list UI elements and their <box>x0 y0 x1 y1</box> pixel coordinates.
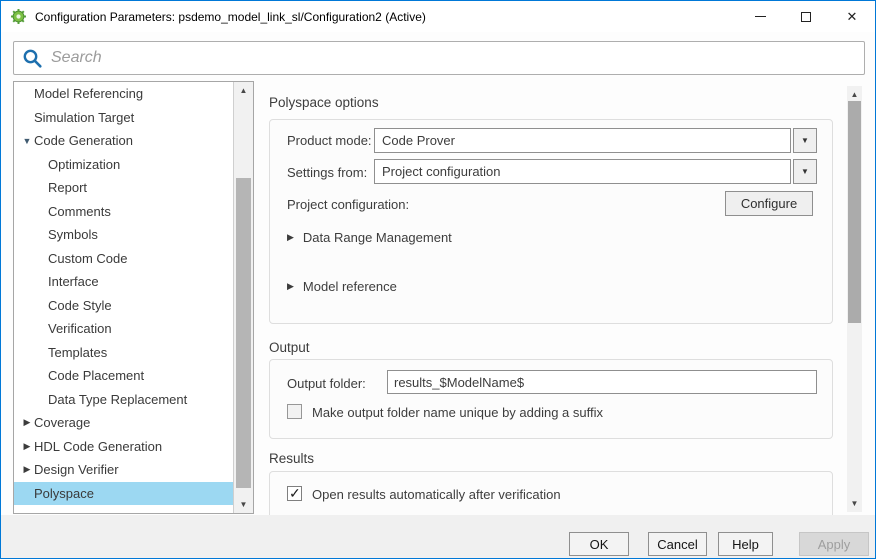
settings-from-value: Project configuration <box>374 159 791 184</box>
tree-item-label: Interface <box>48 274 99 289</box>
tree-item-label: Code Style <box>48 298 112 313</box>
simulink-gear-icon <box>10 8 27 25</box>
collapse-icon[interactable]: ▼ <box>20 136 34 146</box>
category-tree-panel: Model Referencing Simulation Target ▼Cod… <box>13 81 254 514</box>
settings-pane: Polyspace options Product mode: Code Pro… <box>263 81 839 516</box>
window-title: Configuration Parameters: psdemo_model_l… <box>35 10 426 24</box>
tree-item-polyspace[interactable]: Polyspace <box>14 482 233 506</box>
tree-item-label: Verification <box>48 321 112 336</box>
scroll-down-icon[interactable]: ▼ <box>847 496 862 511</box>
configure-button[interactable]: Configure <box>725 191 813 216</box>
tree-item-label: HDL Code Generation <box>34 439 162 454</box>
model-reference-section[interactable]: ▶ Model reference <box>287 279 397 294</box>
tree-item-label: Simulation Target <box>34 110 134 125</box>
output-folder-label: Output folder: <box>287 376 366 391</box>
tree-scrollbar[interactable]: ▲ ▼ <box>233 82 253 513</box>
help-button[interactable]: Help <box>718 532 773 556</box>
tree-item-label: Comments <box>48 204 111 219</box>
tree-item-data-type-replacement[interactable]: Data Type Replacement <box>14 388 233 412</box>
title-bar: Configuration Parameters: psdemo_model_l… <box>1 1 875 32</box>
tree-item-label: Symbols <box>48 227 98 242</box>
unique-suffix-label: Make output folder name unique by adding… <box>312 405 603 420</box>
search-bar <box>13 41 865 75</box>
tree-item-label: Code Generation <box>34 133 133 148</box>
chevron-down-icon[interactable]: ▼ <box>793 128 817 153</box>
tree-item-comments[interactable]: Comments <box>14 200 233 224</box>
tree-item-code-generation[interactable]: ▼Code Generation <box>14 129 233 153</box>
tree-item-code-placement[interactable]: Code Placement <box>14 364 233 388</box>
tree-item-interface[interactable]: Interface <box>14 270 233 294</box>
chevron-down-icon[interactable]: ▼ <box>793 159 817 184</box>
tree-item-label: Model Referencing <box>34 86 143 101</box>
tree-item-label: Code Placement <box>48 368 144 383</box>
product-mode-value: Code Prover <box>374 128 791 153</box>
tree-item-verification[interactable]: Verification <box>14 317 233 341</box>
tree-item-model-referencing[interactable]: Model Referencing <box>14 82 233 106</box>
expand-icon[interactable]: ▶ <box>20 464 34 475</box>
results-group: Open results automatically after verific… <box>269 471 833 516</box>
product-mode-combobox[interactable]: Code Prover ▼ <box>374 128 817 153</box>
search-icon <box>22 48 43 69</box>
minimize-icon <box>755 16 766 17</box>
close-icon: ✕ <box>847 10 858 23</box>
open-results-label: Open results automatically after verific… <box>312 487 561 502</box>
minimize-button[interactable] <box>737 1 783 32</box>
settings-from-combobox[interactable]: Project configuration ▼ <box>374 159 817 184</box>
product-mode-label: Product mode: <box>287 133 372 148</box>
tree-item-optimization[interactable]: Optimization <box>14 153 233 177</box>
tree-item-label: Data Type Replacement <box>48 392 187 407</box>
ok-button[interactable]: OK <box>569 532 629 556</box>
expand-icon[interactable]: ▶ <box>287 232 294 243</box>
settings-scrollbar[interactable]: ▲ ▼ <box>847 86 862 512</box>
scroll-down-icon[interactable]: ▼ <box>234 497 253 512</box>
tree-item-design-verifier[interactable]: ▶Design Verifier <box>14 458 233 482</box>
tree-item-label: Design Verifier <box>34 462 119 477</box>
data-range-management-label: Data Range Management <box>303 230 452 245</box>
output-group: Output folder: Make output folder name u… <box>269 359 833 439</box>
tree-item-label: Report <box>48 180 87 195</box>
tree-item-symbols[interactable]: Symbols <box>14 223 233 247</box>
configuration-parameters-dialog: Configuration Parameters: psdemo_model_l… <box>0 0 876 559</box>
tree-item-label: Coverage <box>34 415 90 430</box>
data-range-management-section[interactable]: ▶ Data Range Management <box>287 230 452 245</box>
close-button[interactable]: ✕ <box>829 1 875 32</box>
maximize-icon <box>801 12 811 22</box>
tree-item-report[interactable]: Report <box>14 176 233 200</box>
tree-scrollbar-thumb[interactable] <box>236 178 251 488</box>
apply-button: Apply <box>799 532 869 556</box>
settings-from-label: Settings from: <box>287 165 367 180</box>
tree-item-label: Polyspace <box>34 486 94 501</box>
expand-icon[interactable]: ▶ <box>20 417 34 428</box>
tree-item-templates[interactable]: Templates <box>14 341 233 365</box>
unique-suffix-checkbox[interactable] <box>287 404 302 419</box>
maximize-button[interactable] <box>783 1 829 32</box>
tree-item-hdl-code-generation[interactable]: ▶HDL Code Generation <box>14 435 233 459</box>
tree-item-simulation-target[interactable]: Simulation Target <box>14 106 233 130</box>
tree-item-custom-code[interactable]: Custom Code <box>14 247 233 271</box>
expand-icon[interactable]: ▶ <box>20 441 34 452</box>
output-heading: Output <box>269 340 310 355</box>
scroll-up-icon[interactable]: ▲ <box>847 87 862 102</box>
polyspace-options-heading: Polyspace options <box>269 95 379 110</box>
search-input[interactable] <box>49 48 864 68</box>
tree-item-coverage[interactable]: ▶Coverage <box>14 411 233 435</box>
tree-item-label: Templates <box>48 345 107 360</box>
tree-item-label: Optimization <box>48 157 120 172</box>
polyspace-options-group: Product mode: Code Prover ▼ Settings fro… <box>269 119 833 324</box>
scroll-up-icon[interactable]: ▲ <box>234 83 253 98</box>
expand-icon[interactable]: ▶ <box>287 281 294 292</box>
cancel-button[interactable]: Cancel <box>648 532 707 556</box>
open-results-checkbox[interactable] <box>287 486 302 501</box>
model-reference-label: Model reference <box>303 279 397 294</box>
settings-scrollbar-thumb[interactable] <box>848 101 861 323</box>
tree-item-label: Custom Code <box>48 251 127 266</box>
results-heading: Results <box>269 451 314 466</box>
project-configuration-label: Project configuration: <box>287 197 409 212</box>
category-tree: Model Referencing Simulation Target ▼Cod… <box>14 82 233 513</box>
output-folder-input[interactable] <box>387 370 817 394</box>
tree-item-code-style[interactable]: Code Style <box>14 294 233 318</box>
